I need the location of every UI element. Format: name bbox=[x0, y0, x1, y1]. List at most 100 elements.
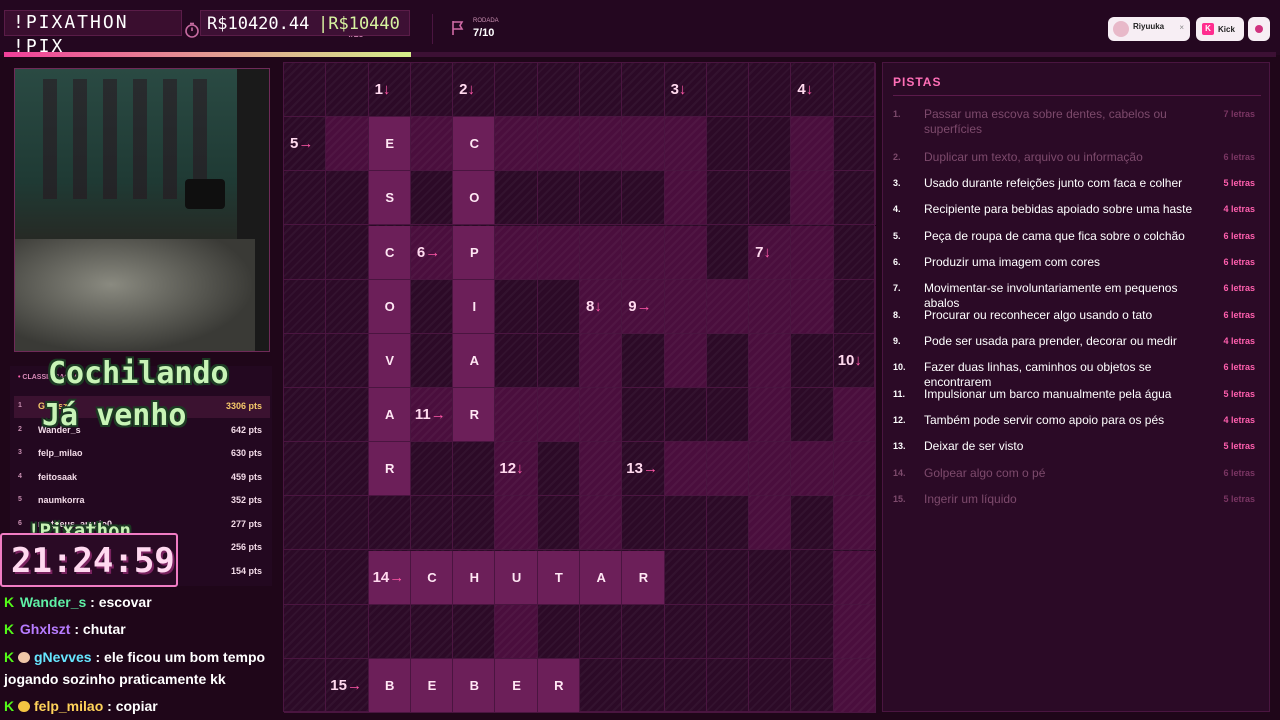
grid-cell[interactable] bbox=[326, 550, 369, 605]
grid-cell[interactable] bbox=[749, 442, 792, 497]
grid-cell[interactable] bbox=[326, 604, 369, 659]
grid-cell[interactable] bbox=[706, 171, 750, 226]
grid-cell[interactable] bbox=[749, 63, 792, 118]
grid-cell[interactable] bbox=[495, 63, 538, 118]
grid-cell[interactable] bbox=[664, 604, 707, 659]
grid-cell[interactable] bbox=[749, 658, 792, 713]
grid-cell[interactable] bbox=[453, 442, 496, 497]
grid-cell[interactable] bbox=[664, 279, 707, 334]
grid-cell[interactable] bbox=[537, 604, 580, 659]
grid-cell[interactable] bbox=[284, 171, 327, 226]
grid-cell[interactable] bbox=[706, 117, 750, 172]
grid-cell[interactable] bbox=[833, 63, 876, 118]
grid-cell[interactable] bbox=[368, 604, 411, 659]
grid-cell[interactable] bbox=[791, 604, 834, 659]
grid-cell[interactable] bbox=[453, 604, 496, 659]
grid-cell[interactable] bbox=[326, 442, 369, 497]
grid-cell[interactable] bbox=[537, 117, 580, 172]
grid-cell[interactable] bbox=[495, 388, 538, 443]
theme-toggle[interactable] bbox=[1248, 17, 1270, 41]
grid-cell[interactable] bbox=[537, 171, 580, 226]
grid-cell[interactable] bbox=[706, 388, 750, 443]
grid-cell[interactable] bbox=[495, 604, 538, 659]
grid-cell[interactable] bbox=[410, 496, 454, 551]
grid-cell[interactable] bbox=[706, 63, 750, 118]
grid-cell[interactable] bbox=[833, 279, 876, 334]
grid-cell[interactable] bbox=[410, 171, 454, 226]
grid-cell[interactable] bbox=[284, 279, 327, 334]
grid-cell[interactable] bbox=[580, 496, 623, 551]
grid-cell[interactable] bbox=[706, 496, 750, 551]
grid-cell[interactable] bbox=[833, 225, 876, 280]
grid-cell[interactable] bbox=[833, 550, 876, 605]
grid-cell[interactable] bbox=[495, 117, 538, 172]
grid-cell[interactable] bbox=[580, 225, 623, 280]
grid-cell[interactable] bbox=[833, 496, 876, 551]
platform-pill[interactable]: K Kick bbox=[1196, 17, 1244, 41]
grid-cell[interactable] bbox=[664, 496, 707, 551]
grid-cell[interactable] bbox=[537, 442, 580, 497]
grid-cell[interactable] bbox=[791, 225, 834, 280]
grid-cell[interactable] bbox=[664, 550, 707, 605]
grid-cell[interactable] bbox=[537, 63, 580, 118]
grid-cell[interactable] bbox=[622, 658, 665, 713]
grid-cell[interactable] bbox=[622, 604, 665, 659]
grid-cell[interactable] bbox=[326, 117, 369, 172]
grid-cell[interactable] bbox=[749, 388, 792, 443]
grid-cell[interactable] bbox=[749, 604, 792, 659]
grid-cell[interactable] bbox=[791, 117, 834, 172]
grid-cell[interactable] bbox=[706, 658, 750, 713]
grid-cell[interactable] bbox=[706, 550, 750, 605]
close-icon[interactable]: × bbox=[1179, 23, 1184, 32]
grid-cell[interactable] bbox=[833, 171, 876, 226]
grid-cell[interactable] bbox=[580, 333, 623, 388]
grid-cell[interactable] bbox=[749, 171, 792, 226]
grid-cell[interactable] bbox=[537, 279, 580, 334]
grid-cell[interactable] bbox=[706, 333, 750, 388]
grid-cell[interactable] bbox=[284, 442, 327, 497]
grid-cell[interactable] bbox=[791, 550, 834, 605]
grid-cell[interactable] bbox=[580, 117, 623, 172]
grid-cell[interactable] bbox=[622, 225, 665, 280]
grid-cell[interactable] bbox=[833, 117, 876, 172]
grid-cell[interactable] bbox=[284, 496, 327, 551]
grid-cell[interactable] bbox=[410, 604, 454, 659]
grid-cell[interactable] bbox=[622, 388, 665, 443]
grid-cell[interactable] bbox=[410, 117, 454, 172]
grid-cell[interactable] bbox=[580, 604, 623, 659]
grid-cell[interactable] bbox=[791, 171, 834, 226]
grid-cell[interactable] bbox=[622, 117, 665, 172]
grid-cell[interactable] bbox=[284, 333, 327, 388]
streamer-pill[interactable]: Riyuuka × bbox=[1108, 17, 1190, 41]
grid-cell[interactable] bbox=[410, 63, 454, 118]
grid-cell[interactable] bbox=[706, 604, 750, 659]
grid-cell[interactable] bbox=[622, 333, 665, 388]
grid-cell[interactable] bbox=[580, 388, 623, 443]
grid-cell[interactable] bbox=[833, 658, 876, 713]
grid-cell[interactable] bbox=[495, 496, 538, 551]
grid-cell[interactable] bbox=[664, 333, 707, 388]
grid-cell[interactable] bbox=[749, 496, 792, 551]
grid-cell[interactable] bbox=[791, 333, 834, 388]
grid-cell[interactable] bbox=[537, 496, 580, 551]
grid-cell[interactable] bbox=[580, 442, 623, 497]
grid-cell[interactable] bbox=[791, 442, 834, 497]
grid-cell[interactable] bbox=[326, 333, 369, 388]
grid-cell[interactable] bbox=[791, 658, 834, 713]
grid-cell[interactable] bbox=[326, 496, 369, 551]
grid-cell[interactable] bbox=[284, 658, 327, 713]
grid-cell[interactable] bbox=[326, 225, 369, 280]
grid-cell[interactable] bbox=[453, 496, 496, 551]
grid-cell[interactable] bbox=[791, 388, 834, 443]
grid-cell[interactable] bbox=[664, 117, 707, 172]
grid-cell[interactable] bbox=[580, 658, 623, 713]
grid-cell[interactable] bbox=[664, 171, 707, 226]
grid-cell[interactable] bbox=[664, 388, 707, 443]
grid-cell[interactable] bbox=[284, 604, 327, 659]
chat-username[interactable]: Wander_s bbox=[20, 594, 86, 610]
grid-cell[interactable] bbox=[495, 171, 538, 226]
grid-cell[interactable] bbox=[664, 658, 707, 713]
grid-cell[interactable] bbox=[791, 496, 834, 551]
grid-cell[interactable] bbox=[326, 171, 369, 226]
chat-username[interactable]: Ghxlszt bbox=[20, 621, 71, 637]
